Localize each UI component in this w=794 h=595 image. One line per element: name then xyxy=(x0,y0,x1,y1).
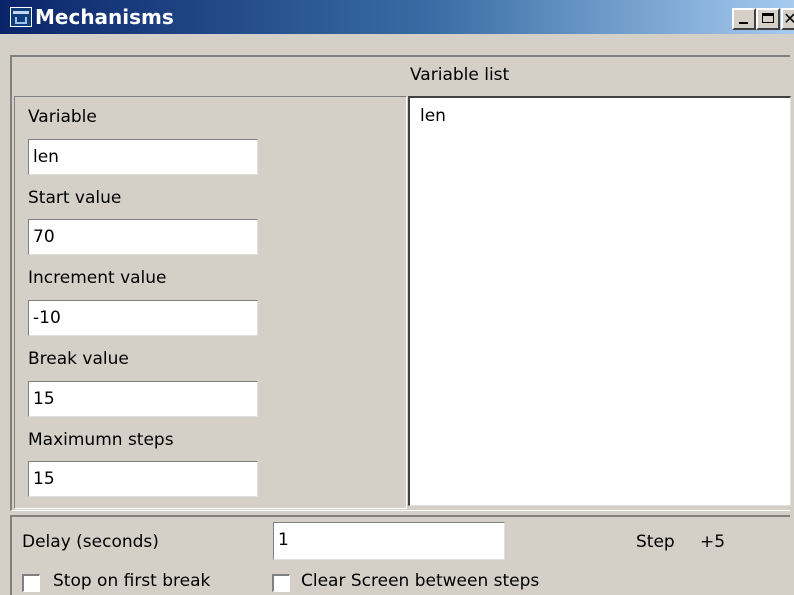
start-value-input[interactable]: 70 xyxy=(28,219,258,255)
start-value-label: Start value xyxy=(28,188,122,208)
variable-input[interactable]: len xyxy=(28,139,258,175)
clear-screen-checkbox[interactable] xyxy=(272,574,290,592)
delay-label: Delay (seconds) xyxy=(22,532,159,552)
list-item[interactable]: len xyxy=(420,105,446,127)
step-label: Step xyxy=(636,532,675,552)
close-button[interactable]: ✕ xyxy=(781,8,794,30)
maximum-steps-label: Maximumn steps xyxy=(28,430,174,450)
break-value-label: Break value xyxy=(28,349,129,369)
variable-listbox[interactable]: len xyxy=(408,96,791,506)
maximum-steps-input[interactable]: 15 xyxy=(28,461,258,497)
minimize-button[interactable] xyxy=(732,8,756,30)
variable-label: Variable xyxy=(28,107,97,127)
window-title: Mechanisms xyxy=(35,5,174,29)
step-value: +5 xyxy=(700,532,726,552)
stop-on-first-break-checkbox[interactable] xyxy=(22,574,40,592)
close-icon: ✕ xyxy=(783,9,794,28)
increment-value-label: Increment value xyxy=(28,268,167,288)
maximize-button[interactable] xyxy=(756,8,780,30)
clear-screen-label[interactable]: Clear Screen between steps xyxy=(301,570,539,592)
delay-input[interactable]: 1 xyxy=(273,522,505,560)
break-value-input[interactable]: 15 xyxy=(28,381,258,417)
app-icon xyxy=(10,7,32,27)
increment-value-input[interactable]: -10 xyxy=(28,300,258,336)
stop-on-first-break-label[interactable]: Stop on first break xyxy=(53,570,210,592)
title-bar[interactable]: Mechanisms ✕ xyxy=(0,0,794,34)
variable-list-header: Variable list xyxy=(410,65,510,85)
